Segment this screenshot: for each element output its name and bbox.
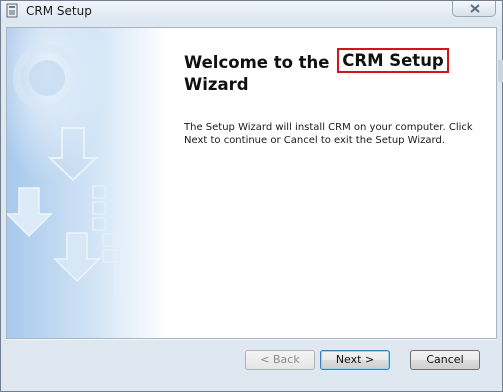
welcome-description: The Setup Wizard will install CRM on you…: [184, 122, 473, 146]
installer-icon: [6, 3, 18, 18]
title-bar[interactable]: CRM Setup: [1, 1, 502, 23]
close-button[interactable]: [452, 1, 496, 17]
close-icon: [470, 4, 480, 13]
window-title: CRM Setup: [26, 4, 92, 18]
separator: [6, 339, 497, 340]
setup-window: CRM Setup Welcome to the CRM Setup Wizar…: [0, 0, 503, 392]
heading-prefix: Welcome to the: [184, 53, 330, 72]
next-button[interactable]: Next >: [320, 350, 390, 370]
welcome-heading: Welcome to the CRM Setup Wizard: [184, 48, 449, 95]
wizard-content: Welcome to the CRM Setup Wizard The Setu…: [6, 27, 497, 339]
heading-highlight-box: CRM Setup: [337, 48, 449, 73]
cancel-button[interactable]: Cancel: [410, 350, 480, 370]
right-edge-tab: [498, 60, 503, 82]
back-button[interactable]: < Back: [245, 350, 315, 370]
heading-line2: Wizard: [184, 75, 249, 94]
wizard-banner-graphic: [7, 28, 167, 338]
